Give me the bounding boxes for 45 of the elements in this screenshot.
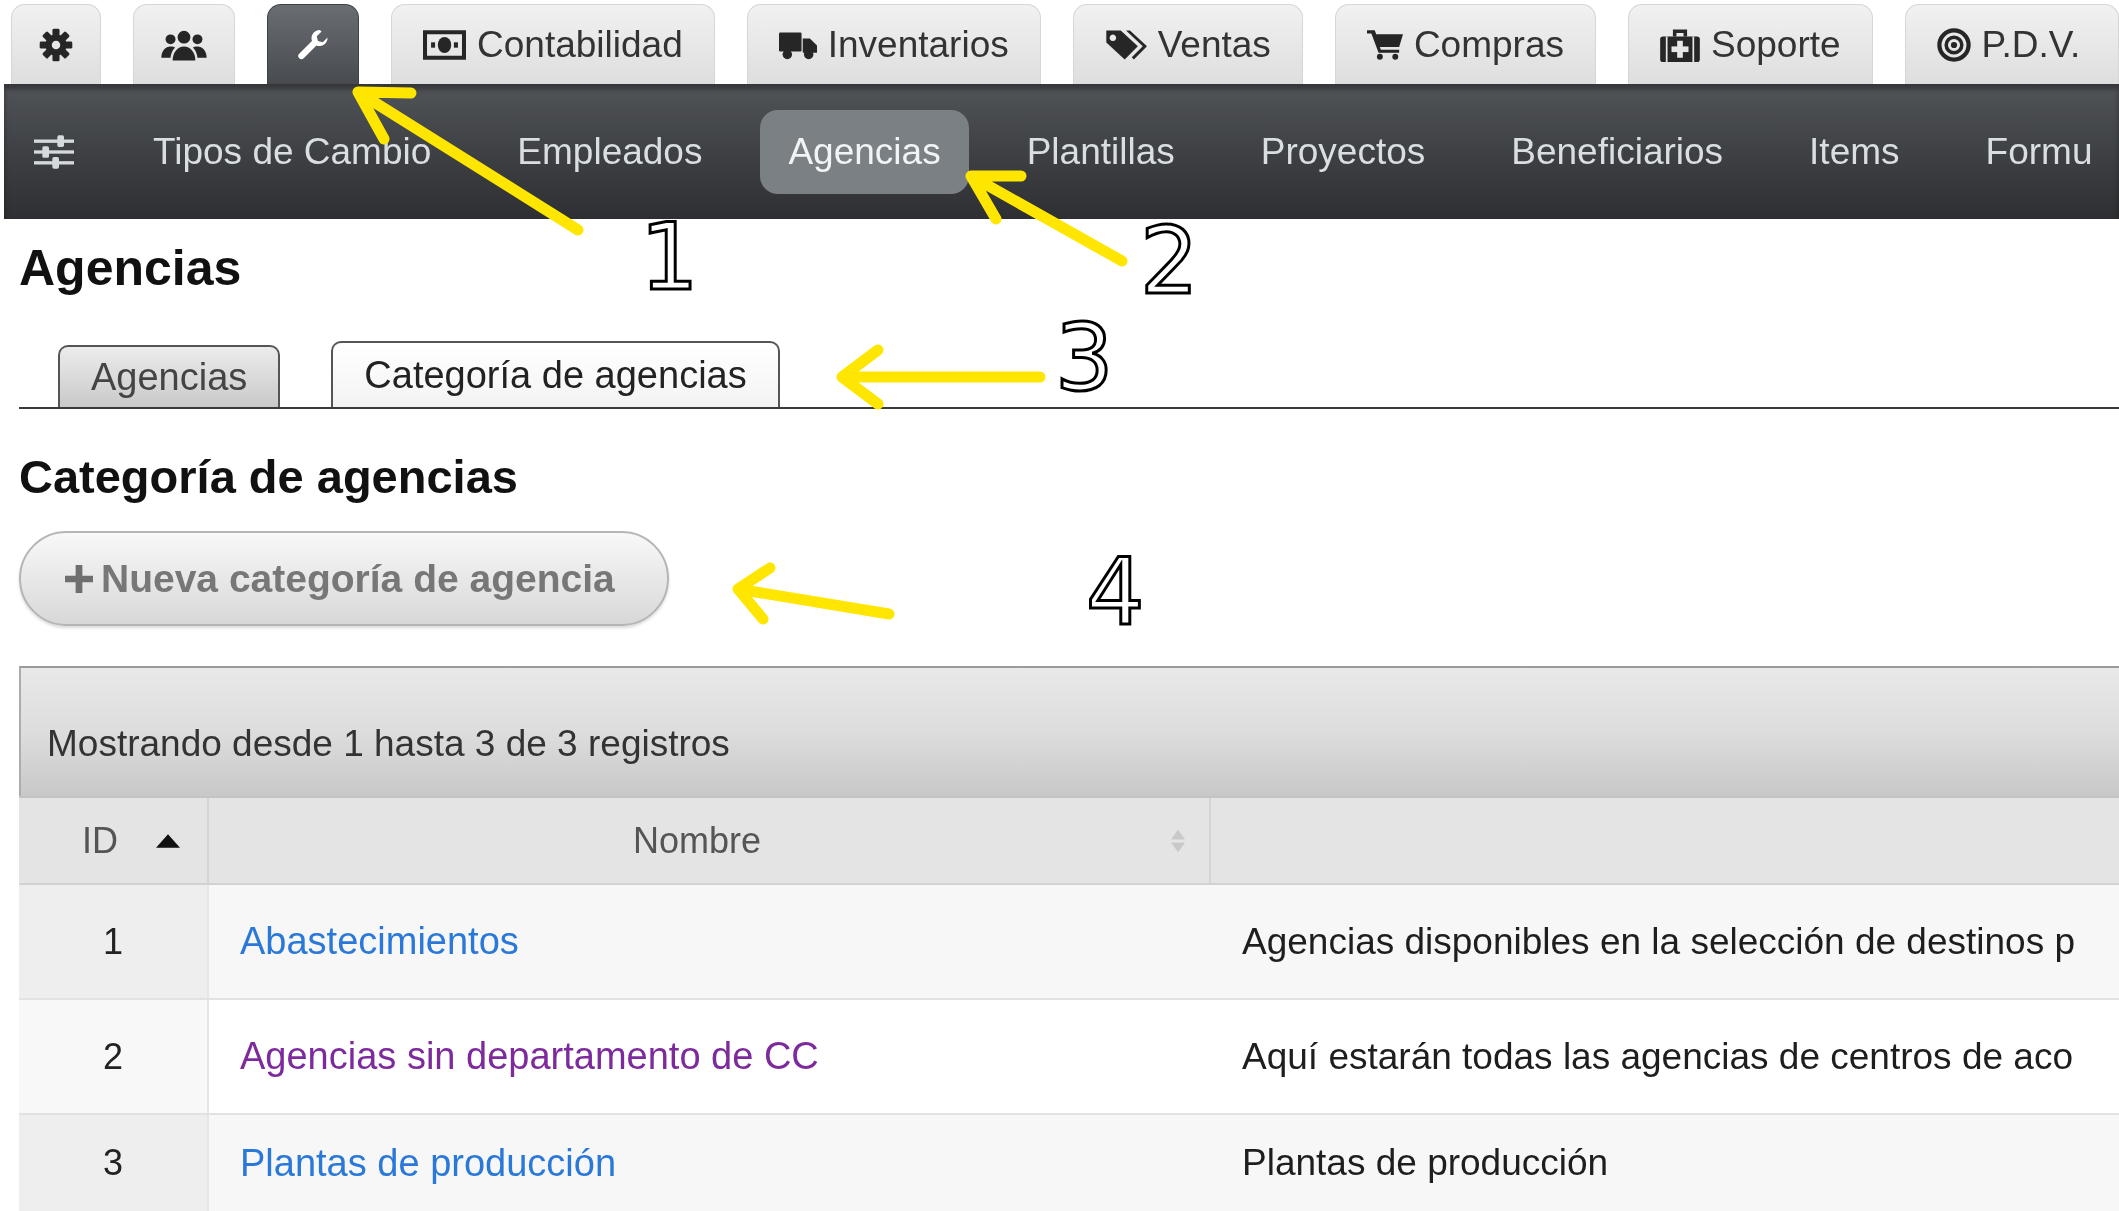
plus-icon — [65, 564, 93, 593]
medical-kit-icon — [1660, 27, 1700, 62]
menu-item[interactable]: Items — [1781, 109, 1928, 194]
tag-icon — [1104, 28, 1147, 61]
menu-item[interactable]: Empleados — [489, 109, 731, 194]
menu-item[interactable]: Plantillas — [998, 109, 1203, 194]
table-cell-text: Plantas de producción — [1241, 1141, 1610, 1185]
arrow-icon — [732, 562, 895, 625]
records-info: Mostrando desde 1 hasta 3 de 3 registros — [47, 722, 730, 766]
section-title: Categoría de agencias — [19, 449, 518, 505]
name-link[interactable]: Abastecimientos — [240, 920, 519, 963]
menu-item[interactable]: Tipos de Cambio — [125, 109, 460, 194]
module-tab[interactable]: Inventarios — [746, 4, 1041, 84]
name-link[interactable]: Plantas de producción — [240, 1141, 617, 1185]
table-cell: 2 — [19, 1000, 209, 1113]
arrow-icon — [836, 344, 1046, 410]
tab[interactable]: Categoría de agencias — [331, 341, 780, 407]
menu-item[interactable]: Proyectos — [1232, 109, 1454, 194]
module-tab[interactable]: Contabilidad — [391, 4, 715, 84]
page-title: Agencias — [19, 239, 242, 298]
table-cell: 1 — [19, 885, 209, 998]
banknote-icon — [423, 29, 466, 60]
module-tab[interactable]: Compras — [1334, 4, 1596, 84]
table-cell-text: Agencias disponibles en la selección de destinos p — [1241, 919, 2077, 964]
menu-item[interactable]: Agencias — [760, 109, 969, 194]
step-number: 1 — [640, 221, 699, 295]
table-cell: 3 — [19, 1115, 209, 1211]
module-tab[interactable]: P.D.V. — [1904, 4, 2119, 84]
tab[interactable]: Agencias — [58, 345, 281, 407]
module-tab[interactable]: Ventas — [1072, 4, 1303, 84]
target-icon — [1936, 27, 1971, 62]
menu-item[interactable]: Beneficiarios — [1483, 109, 1752, 194]
sliders-icon[interactable] — [34, 134, 74, 169]
menu-item[interactable]: Formu — [1957, 109, 2093, 194]
module-tab[interactable] — [267, 4, 359, 84]
step-number: 4 — [1086, 556, 1145, 630]
gear-icon — [39, 27, 73, 62]
new-category-button[interactable]: Nueva categoría de agencia — [19, 531, 669, 626]
cart-icon — [1366, 29, 1403, 60]
module-tab[interactable]: Soporte — [1628, 4, 1873, 84]
name-link[interactable]: Agencias sin departamento de CC — [240, 1035, 819, 1078]
column-header[interactable]: ID — [19, 798, 209, 883]
column-header[interactable]: Nombre — [209, 798, 1211, 883]
arrow-icon — [965, 170, 1128, 267]
table-cell-text: Aquí estarán todas las agencias de centros de aco — [1241, 1034, 2074, 1079]
